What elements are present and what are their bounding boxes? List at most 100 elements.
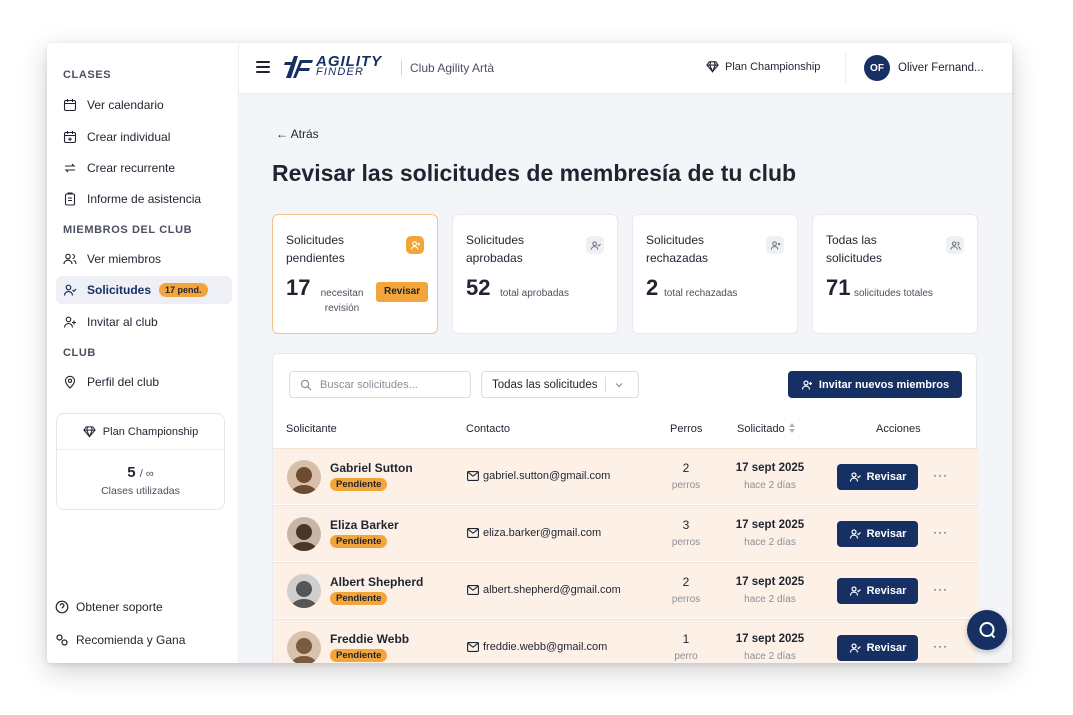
user-check-icon (849, 529, 861, 539)
sidebar-item-invite[interactable]: Invitar al club (56, 308, 232, 336)
section-label-club: CLUB (63, 347, 96, 359)
sidebar-item-requests[interactable]: Solicitudes 17 pend. (56, 276, 232, 304)
referral-link[interactable]: Recomienda y Gana (55, 633, 185, 647)
user-menu[interactable]: OF Oliver Fernand... (864, 55, 984, 81)
user-x-icon (766, 236, 784, 254)
review-button[interactable]: Revisar (837, 635, 918, 661)
mail-icon (467, 585, 479, 595)
table-row[interactable]: Freddie Webb Pendiente freddie.webb@gmail.… (273, 619, 978, 663)
sidebar-item-profile[interactable]: Perfil del club (56, 368, 232, 396)
applicant-name: Albert Shepherd (330, 575, 424, 589)
email-text: freddie.webb@gmail.com (483, 641, 608, 653)
classes-used-caption: Clases utilizadas (101, 485, 180, 497)
sidebar-item-create-recurring[interactable]: Crear recurrente (56, 154, 232, 182)
page-title: Revisar las solicitudes de membresía de … (272, 160, 797, 186)
contact-email[interactable]: albert.shepherd@gmail.com (467, 584, 621, 596)
agility-finder-logo[interactable]: AGILITY FINDER (284, 54, 382, 80)
table-row[interactable]: Gabriel Sutton Pendiente gabriel.sutton@gm… (273, 448, 978, 504)
column-header-requested[interactable]: Solicitado (737, 423, 796, 435)
dog-count: 2 perros (670, 574, 702, 608)
main-content: ← Atrás Revisar las solicitudes de membr… (239, 94, 1012, 663)
more-options-icon[interactable]: ··· (933, 525, 948, 539)
logo-wordmark: AGILITY FINDER (316, 54, 382, 78)
relative-time: hace 2 días (744, 480, 796, 491)
column-header-contact[interactable]: Contacto (466, 423, 510, 435)
table-row[interactable]: Albert Shepherd Pendiente albert.shepherd@… (273, 562, 978, 618)
sidebar-item-label: Ver miembros (87, 252, 162, 266)
status-filter-select[interactable]: Todas las solicitudes (481, 371, 639, 398)
review-pending-button[interactable]: Revisar (376, 282, 429, 302)
chat-support-button[interactable] (967, 610, 1007, 650)
search-input[interactable]: Buscar solicitudes... (289, 371, 471, 398)
invite-members-button[interactable]: Invitar nuevos miembros (788, 371, 962, 398)
user-check-icon (586, 236, 604, 254)
user-plus-icon (406, 236, 424, 254)
back-link[interactable]: ← Atrás (276, 127, 319, 141)
sidebar-item-label: Informe de asistencia (87, 192, 202, 206)
review-button[interactable]: Revisar (837, 578, 918, 604)
contact-email[interactable]: eliza.barker@gmail.com (467, 527, 601, 539)
email-text: eliza.barker@gmail.com (483, 527, 602, 539)
sidebar-item-calendar[interactable]: Ver calendario (56, 91, 232, 119)
stat-title: Solicitudes aprobadas (466, 233, 525, 265)
column-header-dogs[interactable]: Perros (670, 423, 702, 435)
review-button-label: Revisar (866, 585, 907, 597)
stat-value: 71 (826, 275, 851, 300)
divider (845, 53, 846, 83)
stat-card-pending: Solicitudes pendientes 17 necesitan revi… (272, 214, 438, 334)
stat-value: 17 (286, 275, 311, 300)
sidebar-item-members[interactable]: Ver miembros (56, 245, 232, 273)
more-options-icon[interactable]: ··· (933, 468, 948, 482)
dog-count-value: 3 (682, 518, 690, 532)
relative-time: hace 2 días (744, 651, 796, 662)
user-check-icon (849, 586, 861, 596)
classes-limit: / ∞ (139, 468, 154, 480)
clipboard-icon (64, 192, 76, 206)
plan-badge-label: Plan Championship (725, 60, 821, 73)
plan-badge[interactable]: Plan Championship (706, 60, 820, 73)
sidebar-item-create-single[interactable]: Crear individual (56, 123, 232, 151)
support-label: Obtener soporte (76, 600, 163, 614)
stat-title: Solicitudes rechazadas (646, 233, 709, 265)
stat-value: 52 (466, 275, 491, 300)
sidebar: CLASES Ver calendario Crear individual C… (47, 43, 239, 663)
column-header-label: Solicitado (737, 423, 785, 435)
contact-email[interactable]: freddie.webb@gmail.com (467, 641, 607, 653)
review-button-label: Revisar (866, 642, 907, 654)
help-icon (55, 600, 69, 614)
table-row[interactable]: Eliza Barker Pendiente eliza.barker@gmail.… (273, 505, 978, 561)
referral-icon (56, 634, 68, 646)
dog-count-unit: perros (671, 480, 701, 491)
users-icon (946, 236, 964, 254)
column-header-applicant[interactable]: Solicitante (286, 423, 337, 435)
support-link[interactable]: Obtener soporte (55, 600, 163, 614)
user-plus-icon (63, 316, 76, 328)
chevron-down-icon (616, 382, 623, 387)
diamond-icon (706, 61, 719, 73)
contact-email[interactable]: gabriel.sutton@gmail.com (467, 470, 610, 482)
user-plus-icon (801, 379, 812, 390)
review-button[interactable]: Revisar (837, 464, 918, 490)
mail-icon (467, 528, 479, 538)
more-options-icon[interactable]: ··· (933, 639, 948, 653)
plan-card-header[interactable]: Plan Championship (57, 414, 224, 450)
requested-date: 17 sept 2025 hace 2 días (733, 631, 807, 663)
user-name: Oliver Fernand... (898, 62, 984, 74)
requested-date: 17 sept 2025 hace 2 días (733, 517, 807, 551)
sidebar-item-label: Crear individual (87, 130, 171, 144)
review-button-label: Revisar (866, 471, 907, 483)
plan-usage-card: Plan Championship 5 / ∞ Clases utilizada… (56, 413, 225, 510)
review-button[interactable]: Revisar (837, 521, 918, 547)
dog-count-unit: perro (674, 651, 698, 662)
menu-icon[interactable] (256, 61, 270, 73)
plan-name: Plan Championship (102, 425, 199, 438)
dog-count: 3 perros (670, 517, 702, 551)
stat-card-approved: Solicitudes aprobadas 52 total aprobadas (452, 214, 618, 334)
more-options-icon[interactable]: ··· (933, 582, 948, 596)
sidebar-item-attendance[interactable]: Informe de asistencia (56, 185, 232, 213)
dog-count-value: 2 (682, 461, 690, 475)
search-placeholder: Buscar solicitudes... (320, 378, 418, 391)
dog-count-unit: perros (671, 537, 701, 548)
sort-icon (788, 423, 795, 433)
date-value: 17 sept 2025 (735, 519, 805, 531)
